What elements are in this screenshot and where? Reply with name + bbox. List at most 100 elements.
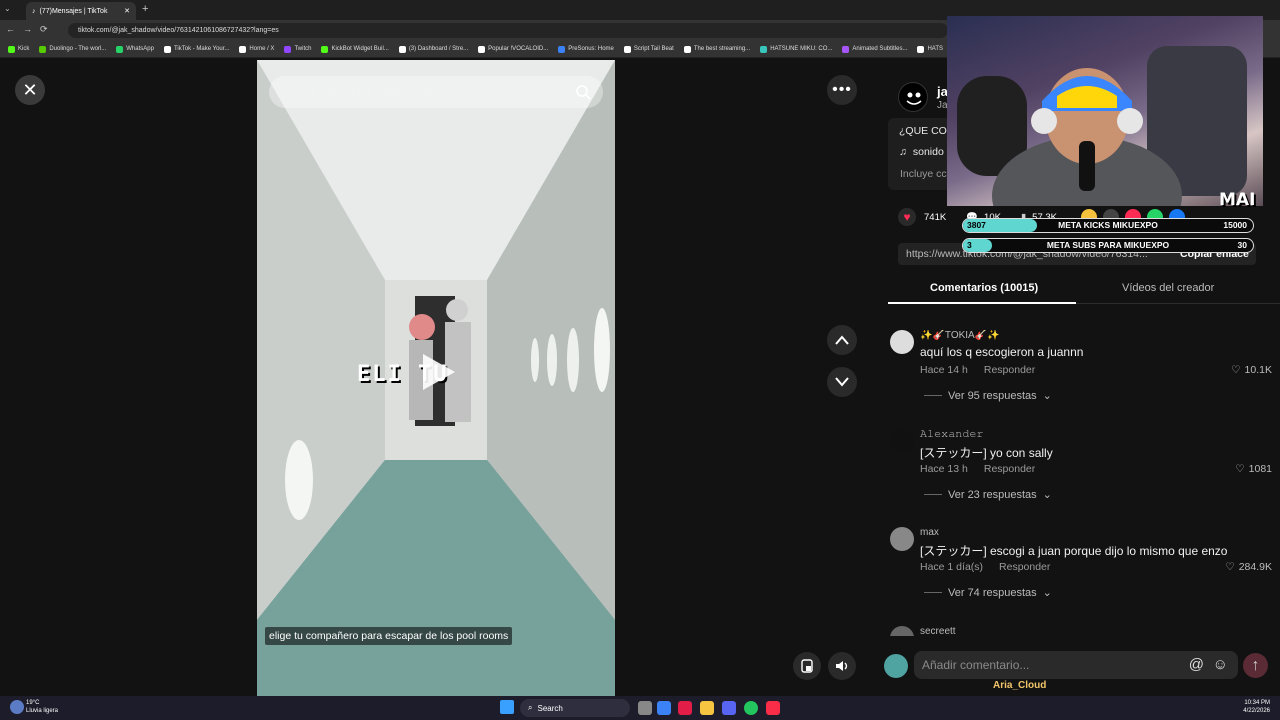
my-avatar	[884, 654, 908, 678]
bookmark-item[interactable]: Home / X	[239, 45, 275, 53]
bookmark-item[interactable]: Kick	[8, 45, 30, 53]
goal-max: 15000	[1223, 220, 1247, 230]
floating-player-button[interactable]	[793, 652, 821, 680]
comment-username[interactable]: 𝙰𝚕𝚎𝚡𝚊𝚗𝚍𝚎𝚛	[920, 429, 983, 440]
view-replies-button[interactable]: Ver 74 respuestas ⌄	[924, 586, 1052, 599]
chrome-icon[interactable]	[744, 701, 758, 715]
bookmark-item[interactable]: Popular !VOCALOID...	[478, 45, 549, 53]
bookmark-label: HATS	[927, 46, 944, 52]
comment-username[interactable]: max	[920, 527, 939, 538]
bookmark-label: HATSUNE MIKU: CO...	[770, 46, 833, 52]
bookmark-item[interactable]: KickBot Widget Buil...	[321, 45, 389, 53]
bookmark-icon	[239, 45, 247, 53]
bookmark-item[interactable]: Animated Subtitles...	[842, 45, 907, 53]
heart-outline-icon: ♡	[1235, 463, 1245, 475]
taskbar-search-label: Search	[537, 703, 563, 713]
bookmark-icon	[917, 45, 925, 53]
tab-list-icon[interactable]: ⌄	[4, 4, 11, 13]
emoji-icon[interactable]: ☺	[1213, 656, 1228, 673]
file-explorer-icon[interactable]	[700, 701, 714, 715]
nav-controls[interactable]: ←→⟳	[6, 24, 56, 35]
bookmark-label: Popular !VOCALOID...	[488, 46, 549, 52]
previous-video-button[interactable]	[827, 325, 857, 355]
app-icon[interactable]	[678, 701, 692, 715]
browser-tab[interactable]: ♪ (77)Mensajes | TikTok ✕	[26, 2, 136, 20]
volume-icon	[836, 661, 848, 671]
bookmark-item[interactable]: PreSonus: Home	[558, 45, 614, 53]
comment-like-button[interactable]: ♡ 1081	[1235, 463, 1272, 475]
start-icon[interactable]	[500, 700, 514, 714]
bookmark-item[interactable]: Duolingo - The worl...	[39, 45, 106, 53]
bookmark-item[interactable]: HATS	[917, 45, 944, 53]
search-icon[interactable]	[575, 84, 591, 100]
heart-outline-icon: ♡	[1231, 364, 1241, 376]
bookmark-icon	[116, 45, 124, 53]
commenter-avatar[interactable]	[890, 626, 914, 636]
comment-meta: Hace 13 h Responder	[920, 463, 1035, 475]
bookmark-label: Kick	[18, 46, 30, 52]
bookmark-icon	[623, 45, 631, 53]
task-view-icon[interactable]	[638, 701, 652, 715]
comment-like-button[interactable]: ♡ 284.9K	[1225, 561, 1272, 573]
discord-icon[interactable]	[722, 701, 736, 715]
sound-link[interactable]: ♫ sonido	[899, 146, 944, 158]
bookmark-item[interactable]: TikTok - Make Your...	[163, 45, 229, 53]
bookmark-item[interactable]: Script Tail Beat	[623, 45, 674, 53]
view-replies-button[interactable]: Ver 23 respuestas ⌄	[924, 488, 1052, 501]
comment-like-button[interactable]: ♡ 10.1K	[1231, 364, 1272, 376]
like-button[interactable]: ♥ 741K	[898, 208, 946, 226]
bookmark-item[interactable]: WhatsApp	[116, 45, 154, 53]
close-icon: ✕	[22, 79, 38, 100]
chevron-down-icon: ⌄	[1042, 587, 1052, 599]
edge-icon[interactable]	[657, 701, 671, 715]
volume-button[interactable]	[828, 652, 856, 680]
bookmark-label: The best streaming...	[693, 46, 751, 52]
music-icon[interactable]	[766, 701, 780, 715]
bookmark-label: KickBot Widget Buil...	[331, 46, 389, 52]
comment-username[interactable]: ✨🎸TOKIA🎸✨	[920, 330, 1000, 341]
commenter-avatar[interactable]	[890, 330, 914, 354]
creator-avatar[interactable]	[898, 82, 928, 112]
reply-button[interactable]: Responder	[999, 561, 1050, 573]
weather-widget[interactable]: 19°C Lluvia ligera	[26, 699, 58, 715]
play-icon[interactable]	[415, 350, 459, 394]
comment-meta: Hace 14 h Responder	[920, 364, 1035, 376]
goal-progress-bar: 3807 META KICKS MIKUEXPO 15000	[962, 218, 1254, 233]
bookmark-item[interactable]: Twitch	[284, 45, 311, 53]
comment-item: ✨🎸TOKIA🎸✨ aquí los q escogieron a juannn H…	[890, 330, 1274, 410]
close-button[interactable]: ✕	[15, 75, 45, 105]
view-replies-button[interactable]: Ver 95 respuestas ⌄	[924, 389, 1052, 402]
bookmark-item[interactable]: The best streaming...	[683, 45, 751, 53]
url-field[interactable]: tiktok.com/@jak_shadow/video/76314210610…	[68, 23, 948, 38]
bookmark-icon	[284, 45, 292, 53]
next-video-button[interactable]	[827, 367, 857, 397]
mention-icon[interactable]: @	[1189, 656, 1204, 673]
tab-comments[interactable]: Comentarios (10015)	[930, 282, 1038, 294]
comment-input[interactable]: Añadir comentario... @ ☺	[914, 651, 1238, 679]
bookmark-icon	[760, 45, 768, 53]
reply-button[interactable]: Responder	[984, 364, 1035, 376]
tab-close-icon[interactable]: ✕	[124, 7, 130, 15]
streamer-webcam-image	[957, 46, 1247, 206]
clock[interactable]: 10:34 PM 4/22/2026	[1243, 699, 1270, 715]
bookmark-label: PreSonus: Home	[568, 46, 614, 52]
sound-name: sonido	[912, 146, 944, 158]
related-search-input[interactable]: Buscar contenido relacionado	[269, 76, 603, 108]
bookmark-label: Home / X	[249, 46, 275, 52]
bookmark-label: Script Tail Beat	[633, 46, 674, 52]
new-tab-button[interactable]: +	[142, 3, 148, 15]
send-comment-button[interactable]: ↑	[1243, 653, 1268, 678]
tab-creator-videos[interactable]: Vídeos del creador	[1122, 282, 1214, 294]
reply-button[interactable]: Responder	[984, 463, 1035, 475]
bookmark-item[interactable]: (3) Dashboard / Stre...	[398, 45, 468, 53]
commenter-avatar[interactable]	[890, 429, 914, 453]
comment-tabs: Comentarios (10015) Vídeos del creador	[888, 278, 1280, 304]
more-options-button[interactable]: •••	[827, 75, 857, 105]
taskbar-search[interactable]: ⌕ Search	[520, 699, 630, 717]
video-player[interactable]: Buscar contenido relacionado ELI TU elig…	[257, 60, 615, 696]
weather-temp: 19°C	[26, 700, 40, 706]
commenter-avatar[interactable]	[890, 527, 914, 551]
comment-username[interactable]: secreett	[920, 626, 956, 636]
bookmark-item[interactable]: HATSUNE MIKU: CO...	[760, 45, 833, 53]
includes-label: Incluye cc	[900, 168, 947, 180]
